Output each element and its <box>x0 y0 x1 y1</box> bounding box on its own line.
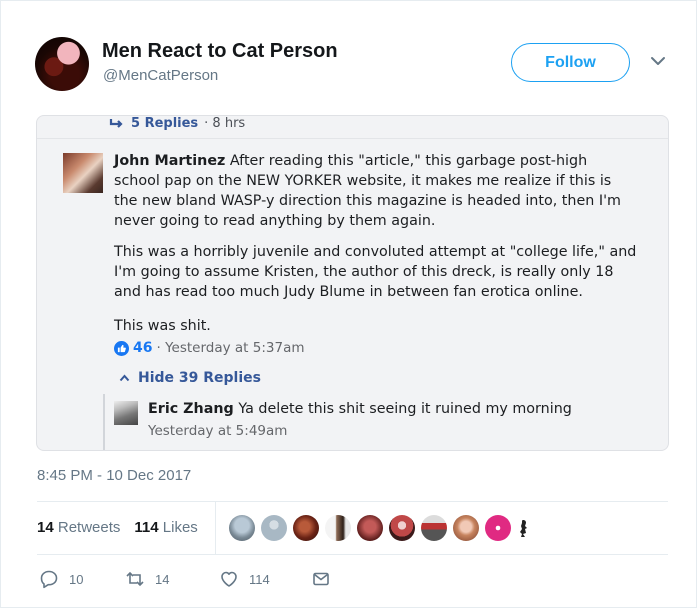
chevron-down-icon[interactable] <box>650 55 666 67</box>
liker-avatar[interactable] <box>325 515 351 541</box>
direct-message-action[interactable] <box>311 569 331 589</box>
display-name[interactable]: Men React to Cat Person <box>102 40 338 63</box>
tweet-stats: 14 Retweets 114 Likes <box>37 519 198 536</box>
tweet-card: Men React to Cat Person @MenCatPerson Fo… <box>0 0 697 608</box>
divider <box>215 502 216 554</box>
retweets-stat[interactable]: 14 Retweets <box>37 519 120 536</box>
replier-avatar <box>114 401 138 425</box>
replies-summary: 5 Replies · 8 hrs <box>109 116 245 131</box>
retweet-icon <box>126 571 144 587</box>
replies-age: · 8 hrs <box>204 116 246 131</box>
tweet-actions: 10 14 114 <box>39 569 331 589</box>
reply-arrow-icon <box>109 118 123 128</box>
liker-avatar[interactable] <box>293 515 319 541</box>
reply-count: 10 <box>69 571 84 587</box>
retweet-action[interactable]: 14 <box>125 569 219 589</box>
chevron-up-icon <box>119 374 130 382</box>
replier-name: Eric Zhang <box>148 401 234 417</box>
likes-stat[interactable]: 114 Likes <box>134 519 197 536</box>
reply-thread-line <box>103 394 105 450</box>
like-count: 114 <box>249 571 270 587</box>
follow-button[interactable]: Follow <box>511 43 630 82</box>
liker-avatar[interactable] <box>421 515 447 541</box>
divider <box>37 501 668 502</box>
liker-avatar[interactable] <box>517 515 531 541</box>
reply-icon <box>40 570 58 589</box>
heart-icon <box>221 571 237 587</box>
reply-time: Yesterday at 5:49am <box>148 423 288 439</box>
liker-avatar[interactable] <box>485 515 511 541</box>
commenter-avatar <box>63 153 103 193</box>
envelope-icon <box>313 572 329 586</box>
replies-count: 5 Replies <box>131 116 199 131</box>
liker-avatar[interactable] <box>357 515 383 541</box>
tweet-timestamp[interactable]: 8:45 PM - 10 Dec 2017 <box>37 467 191 484</box>
likes-stat-label: Likes <box>162 519 198 536</box>
hide-replies-link: Hide 39 Replies <box>119 370 261 386</box>
liker-avatar[interactable] <box>453 515 479 541</box>
user-avatar[interactable] <box>35 37 89 91</box>
retweets-stat-count: 14 <box>37 519 54 536</box>
liker-avatar[interactable] <box>389 515 415 541</box>
comment-paragraph-3: This was shit. <box>114 318 211 334</box>
reply-text: Ya delete this shit seeing it ruined my … <box>238 401 572 417</box>
liker-avatar[interactable] <box>229 515 255 541</box>
comment-likes-row: 46 · Yesterday at 5:37am <box>114 340 305 356</box>
comment-paragraph-2: This was a horribly juvenile and convolu… <box>114 244 637 300</box>
comment-like-count: 46 <box>133 340 153 356</box>
likes-stat-count: 114 <box>134 519 159 536</box>
user-handle[interactable]: @MenCatPerson <box>103 67 218 84</box>
liker-avatar[interactable] <box>261 515 287 541</box>
commenter-name: John Martinez <box>114 153 226 169</box>
comment-paragraph-1: John Martinez After reading this "articl… <box>114 151 634 231</box>
embedded-comment-image[interactable]: 5 Replies · 8 hrs John Martinez After re… <box>36 115 669 451</box>
retweet-count: 14 <box>155 571 170 587</box>
comment-time: · Yesterday at 5:37am <box>156 340 305 356</box>
divider <box>37 554 668 555</box>
hide-replies-label: Hide 39 Replies <box>138 370 261 386</box>
thumbs-up-icon <box>114 340 129 356</box>
reply-action[interactable]: 10 <box>39 569 125 589</box>
like-action[interactable]: 114 <box>219 569 311 589</box>
liker-avatars <box>229 515 531 541</box>
reply-body: Eric Zhang Ya delete this shit seeing it… <box>148 401 572 417</box>
retweets-stat-label: Retweets <box>57 519 121 536</box>
divider <box>37 138 668 139</box>
